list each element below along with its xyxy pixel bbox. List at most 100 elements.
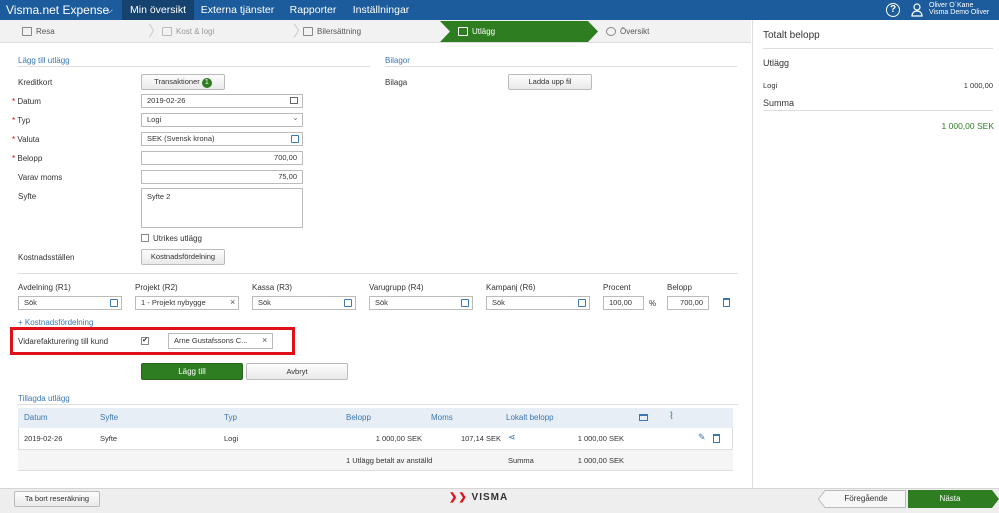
previous-button[interactable]: Föregående [826,490,906,508]
required-marker: * [12,116,16,125]
wizard-step-utlagg[interactable]: Utlägg [458,22,495,41]
divider [18,273,738,274]
edit-icon[interactable]: ✎ [698,432,706,443]
kassa-input[interactable]: Sök [252,296,356,310]
added-title: Tillagda utlägg [18,394,70,403]
wizard-step-resa[interactable]: Resa [22,22,55,41]
varugrupp-input[interactable]: Sök [369,296,473,310]
wizard-step-bilersattning[interactable]: Bilersättning [303,22,361,41]
nav-installningar[interactable]: Inställningar [345,0,417,20]
total-title: Totalt belopp [763,30,820,41]
user-info[interactable]: Oliver O´Kane Visma Demo Oliver [929,2,989,16]
dim-label-procent: Procent [603,283,631,292]
clear-icon[interactable]: × [230,297,235,307]
col-moms[interactable]: Moms [431,408,453,428]
col-lokalt-belopp[interactable]: Lokalt belopp [506,408,554,428]
transactions-count-badge: 1 [201,78,212,88]
kostnadsstallen-label: Kostnadsställen [18,253,75,262]
add-kostnadsfordelning-link[interactable]: + Kostnadsfördelning [18,318,93,327]
utlagg-heading: Utlägg [763,58,790,68]
add-button[interactable]: Lägg till [141,363,243,380]
share-icon[interactable]: ⋖ [508,432,516,443]
wizard-step-kost-logi[interactable]: Kost & logi [162,22,214,41]
chevron-right-icon: 〉 [148,23,164,40]
vidarefakturering-checkbox[interactable]: ✔ [141,337,149,345]
moms-input[interactable]: 75,00 [141,170,303,184]
bilagor-title: Bilagor [385,56,410,65]
user-name: Oliver O´Kane [929,2,974,9]
cell-syfte: Syfte [100,434,118,443]
trash-icon[interactable] [723,298,730,307]
transactions-button[interactable]: Transaktioner 1 [141,74,225,90]
customer-input[interactable]: Arne Gustafssons C... [168,333,273,349]
dim-label-r4: Varugrupp (R4) [369,283,424,292]
wizard-step-label: Utlägg [472,27,496,36]
clear-icon[interactable]: × [262,335,267,345]
lookup-icon[interactable] [578,299,586,307]
required-marker: * [12,135,16,144]
typ-select[interactable]: Logi [141,113,303,127]
document-icon [22,27,32,37]
lookup-icon[interactable] [461,299,469,307]
cancel-button[interactable]: Avbryt [246,363,348,380]
projekt-input[interactable]: 1 - Projekt nybygge [135,296,239,310]
wizard-step-oversikt[interactable]: Översikt [606,22,649,41]
help-icon[interactable]: ? [886,3,900,17]
calendar-icon[interactable] [290,97,298,104]
paperclip-icon: ⌇ [669,411,674,422]
valuta-input[interactable]: SEK (Svensk krona) [141,132,303,146]
valuta-label-text: Valuta [17,135,40,144]
col-typ[interactable]: Typ [224,408,237,428]
footer-count: 1 Utlägg betalt av anställd [346,456,433,465]
footer-summa-value: 1 000,00 SEK [577,456,624,465]
vidarefakturering-label: Vidarefakturering till kund [18,337,109,346]
divider [18,404,738,405]
col-syfte[interactable]: Syfte [100,408,118,428]
credit-card-icon [639,414,648,421]
delete-report-button[interactable]: Ta bort reseräkning [14,491,100,507]
car-icon [303,27,313,37]
kreditkort-label: Kreditkort [18,78,53,87]
chart-pie-icon [606,27,616,37]
logi-value: 1 000,00 [963,81,993,90]
total-value: 1 000,00 SEK [941,121,994,131]
nav-externa-tjanster[interactable]: Externa tjänster [194,0,281,20]
procent-input[interactable]: 100,00 [603,296,644,310]
chevron-down-icon[interactable]: ⌄ [292,113,299,122]
belopp-input[interactable]: 700,00 [141,151,303,165]
user-icon[interactable] [911,3,923,17]
divider [385,66,737,67]
dim-label-r6: Kampanj (R6) [486,283,536,292]
next-button[interactable]: Nästa [908,490,992,508]
datum-input[interactable]: 2019-02-26 [141,94,303,108]
upload-file-button[interactable]: Ladda upp fil [508,74,592,90]
logi-label: Logi [763,81,778,90]
trash-icon[interactable] [713,434,720,443]
moms-label: Varav moms [18,173,63,182]
syfte-textarea[interactable]: Syfte 2 [141,188,303,228]
bilaga-label: Bilaga [385,78,408,87]
lookup-icon[interactable] [291,135,299,143]
kampanj-input[interactable]: Sök [486,296,590,310]
dim-belopp-input[interactable]: 700,00 [667,296,709,310]
col-belopp[interactable]: Belopp [346,408,371,428]
divider [763,48,993,49]
fork-knife-icon [162,27,172,37]
nav-min-oversikt[interactable]: Min översikt [122,0,194,20]
wizard-step-label: Resa [36,27,55,36]
summa-heading: Summa [763,98,795,108]
footer-summa-label: Summa [508,456,534,465]
datum-label: * Datum [12,97,41,106]
utrikes-checkbox[interactable] [141,234,149,242]
dim-label-r2: Projekt (R2) [135,283,178,292]
kostnadsfordelning-button[interactable]: Kostnadsfördelning [141,249,225,265]
chevron-down-icon[interactable]: ⌵ [106,5,113,16]
app-title[interactable]: Visma.net Expense [6,0,109,20]
cell-belopp: 1 000,00 SEK [375,434,422,443]
nav-rapporter[interactable]: Rapporter [281,0,345,20]
avdelning-input[interactable]: Sök [18,296,122,310]
lookup-icon[interactable] [110,299,118,307]
lookup-icon[interactable] [344,299,352,307]
utrikes-label: Utrikes utlägg [153,234,202,243]
col-datum[interactable]: Datum [24,408,48,428]
